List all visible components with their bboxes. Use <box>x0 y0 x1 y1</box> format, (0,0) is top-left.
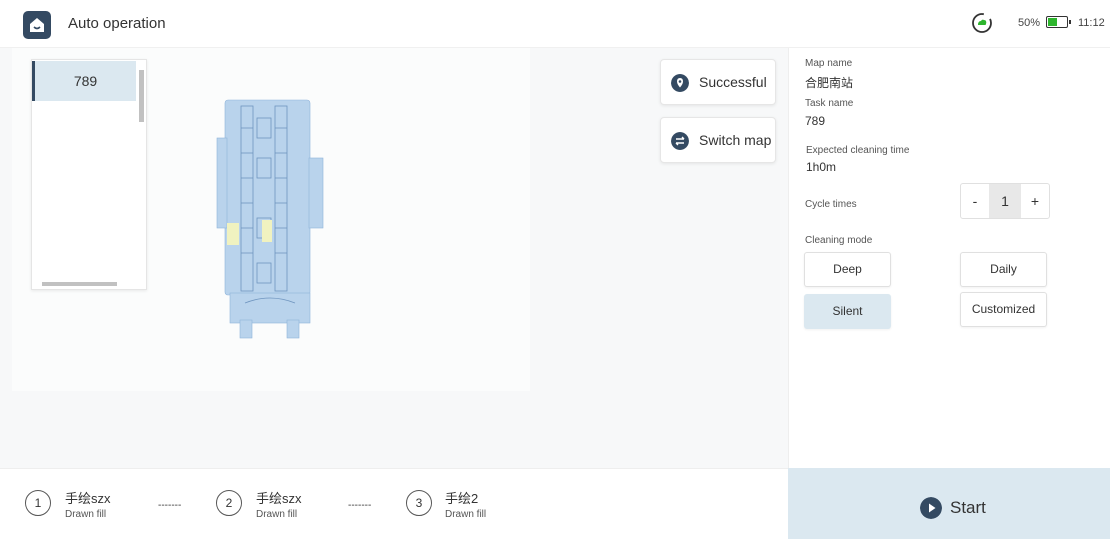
vertical-scrollbar[interactable] <box>136 60 146 280</box>
step-separator: ------- <box>158 500 182 511</box>
switch-map-button[interactable]: Switch map <box>660 117 776 163</box>
header: Auto operation 50% 11:12 <box>0 0 1110 48</box>
floor-map[interactable] <box>205 98 335 343</box>
mode-silent-button[interactable]: Silent <box>804 294 891 329</box>
cycle-times-label: Cycle times <box>805 199 857 210</box>
expected-time-label: Expected cleaning time <box>806 145 910 156</box>
step-separator: ------- <box>348 500 372 511</box>
increment-button[interactable]: + <box>1021 184 1049 218</box>
map-name-label: Map name <box>805 58 853 69</box>
battery-icon <box>1046 16 1071 28</box>
home-icon <box>30 18 44 32</box>
cloud-sync-icon <box>972 13 992 33</box>
start-label: Start <box>950 498 986 517</box>
task-steps-bar <box>0 468 788 539</box>
mode-daily-button[interactable]: Daily <box>960 252 1047 287</box>
step-title: 手绘2 <box>445 491 479 506</box>
cleaning-mode-label: Cleaning mode <box>805 235 873 246</box>
cycle-times-stepper: - 1 + <box>960 183 1050 219</box>
task-name-label: Task name <box>805 98 854 109</box>
step-subtitle: Drawn fill <box>256 509 298 520</box>
battery-percent: 50% <box>1018 17 1041 29</box>
task-list-item[interactable]: 789 <box>32 61 136 101</box>
location-status-button[interactable]: Successful <box>660 59 776 105</box>
clock: 11:12 <box>1078 17 1105 29</box>
switch-map-label: Switch map <box>699 132 772 148</box>
step-title: 手绘szx <box>65 491 111 506</box>
horizontal-scrollbar[interactable] <box>32 279 136 289</box>
cycle-times-value[interactable]: 1 <box>989 184 1021 218</box>
step-subtitle: Drawn fill <box>65 509 107 520</box>
battery-level <box>1048 18 1057 26</box>
location-status-label: Successful <box>699 74 767 90</box>
decrement-button[interactable]: - <box>961 184 989 218</box>
mode-deep-button[interactable]: Deep <box>804 252 891 287</box>
location-pin-icon <box>671 74 689 92</box>
step-number: 2 <box>216 490 242 516</box>
task-name-value: 789 <box>805 114 826 128</box>
step-number: 1 <box>25 490 51 516</box>
task-list: 789 <box>31 59 147 290</box>
expected-time-value: 1h0m <box>806 160 837 174</box>
step-number: 3 <box>406 490 432 516</box>
start-button[interactable]: Start <box>788 468 1110 539</box>
page-title: Auto operation <box>68 15 166 32</box>
play-icon <box>920 497 942 519</box>
mode-customized-button[interactable]: Customized <box>960 292 1047 327</box>
step-subtitle: Drawn fill <box>445 509 487 520</box>
swap-icon <box>671 132 689 150</box>
home-button[interactable] <box>23 11 51 39</box>
map-name-value: 合肥南站 <box>805 76 854 90</box>
step-title: 手绘szx <box>256 491 302 506</box>
